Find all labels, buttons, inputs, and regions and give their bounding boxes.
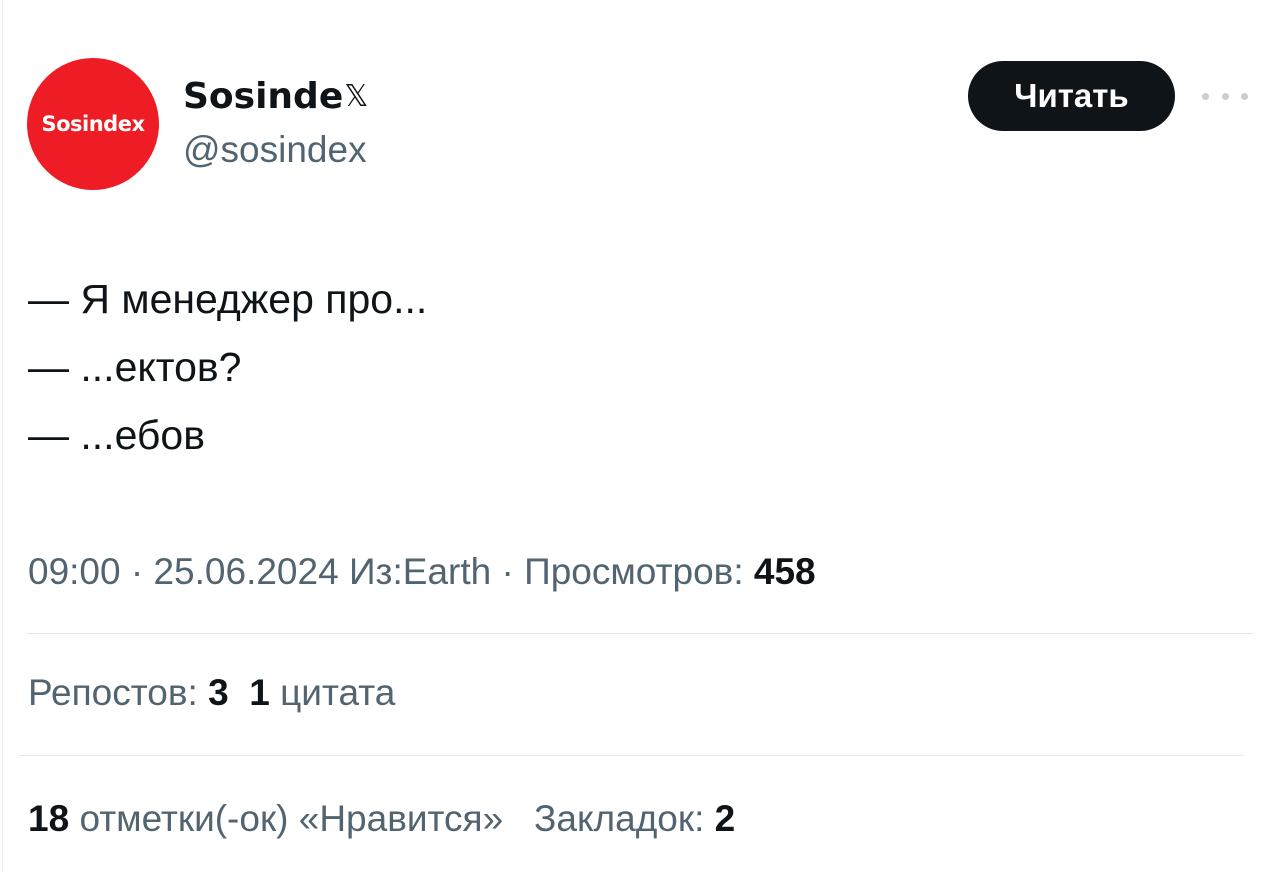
views-label: Просмотров: — [524, 551, 744, 592]
more-dot — [1221, 92, 1229, 100]
meta-separator: · — [130, 551, 144, 592]
bookmarks-label: Закладок: — [534, 798, 705, 839]
author-name-x-glyph: 𝕏 — [344, 79, 369, 114]
divider — [18, 755, 1244, 756]
likes-count: 18 — [28, 798, 70, 839]
reposts-count: 3 — [208, 672, 229, 713]
tweet-time[interactable]: 09:00 — [28, 551, 121, 592]
meta-separator: · — [501, 551, 514, 592]
tweet-text: — Я менеджер про... — ...ектов? — ...ебо… — [28, 265, 427, 469]
more-dot — [1241, 92, 1248, 100]
tweet-line: — Я менеджер про... — [28, 276, 428, 322]
author-display-name[interactable]: Sosinde 𝕏 — [183, 75, 368, 119]
avatar-logo-text: Sosindex — [41, 112, 145, 136]
timeline-edge-divider — [2, 0, 3, 873]
tweet-line: — ...ектов? — [28, 344, 242, 390]
quotes-link[interactable]: 1 цитата — [249, 672, 395, 713]
avatar[interactable]: Sosindex — [27, 58, 159, 190]
more-horizontal-icon[interactable] — [1202, 87, 1248, 105]
bookmarks-stat: Закладок: 2 — [534, 798, 735, 839]
author-handle[interactable]: @sosindex — [183, 128, 367, 172]
engagement-stats-row: 18 отметки(-ок) «Нравится» Закладок: 2 — [28, 795, 735, 843]
quotes-count: 1 — [249, 672, 270, 713]
reposts-label: Репостов: — [28, 672, 198, 713]
likes-link[interactable]: 18 отметки(-ок) «Нравится» — [28, 798, 503, 839]
quotes-label: цитата — [280, 672, 396, 713]
author-name-text: Sosinde — [183, 76, 344, 117]
more-dot — [1202, 92, 1209, 100]
views-count: 458 — [753, 551, 816, 592]
likes-label: отметки(-ок) «Нравится» — [79, 798, 504, 839]
reposts-link[interactable]: Репостов: 3 — [28, 672, 229, 713]
bookmarks-count: 2 — [714, 798, 736, 839]
read-button[interactable]: Читать — [968, 61, 1175, 131]
tweet-line: — ...ебов — [28, 412, 205, 458]
tweet-page: Sosindex Sosinde 𝕏 @sosindex Читать — Я м… — [0, 0, 1280, 873]
tweet-date[interactable]: 25.06.2024 — [153, 551, 338, 592]
divider — [26, 633, 1254, 634]
tweet-location: Из:Earth — [348, 551, 492, 592]
repost-stats-row: Репостов: 3 1 цитата — [28, 669, 395, 717]
tweet-meta: 09:00 · 25.06.2024 Из:Earth · Просмотров… — [28, 548, 816, 596]
